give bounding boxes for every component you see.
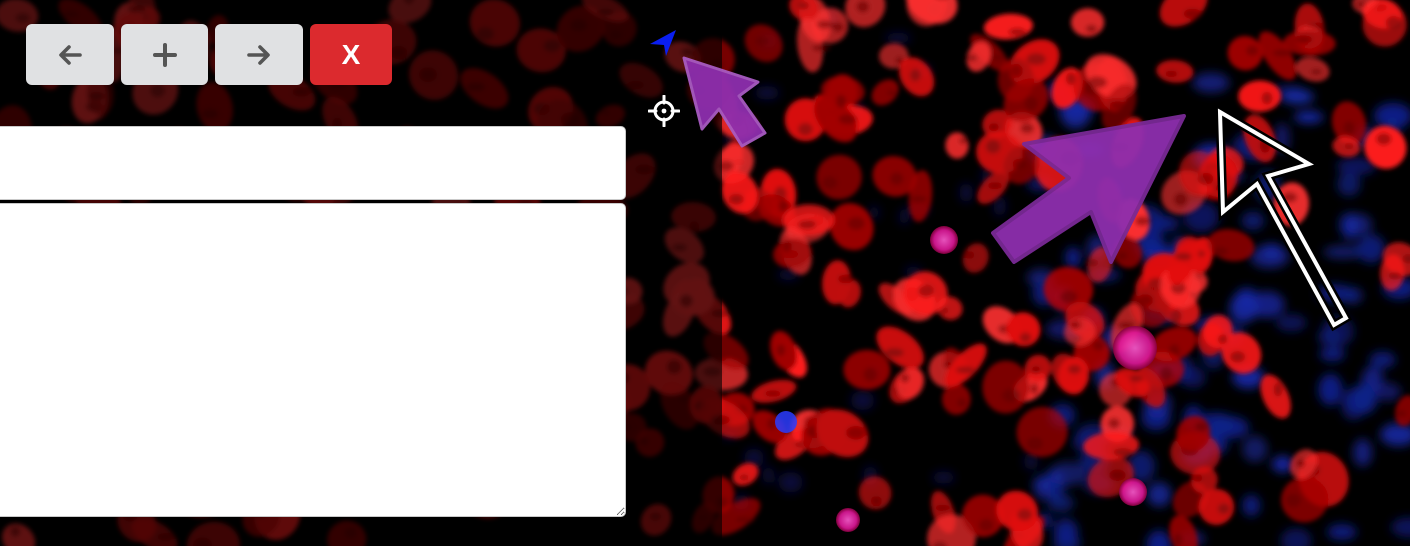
annotation-arrow-large[interactable] bbox=[991, 114, 1186, 264]
annotation-arrow-outline[interactable] bbox=[1215, 104, 1353, 332]
annotation-arrow-small[interactable] bbox=[682, 56, 767, 148]
image-viewer[interactable]: X bbox=[0, 0, 1410, 546]
annotation-overlay bbox=[682, 56, 1353, 332]
